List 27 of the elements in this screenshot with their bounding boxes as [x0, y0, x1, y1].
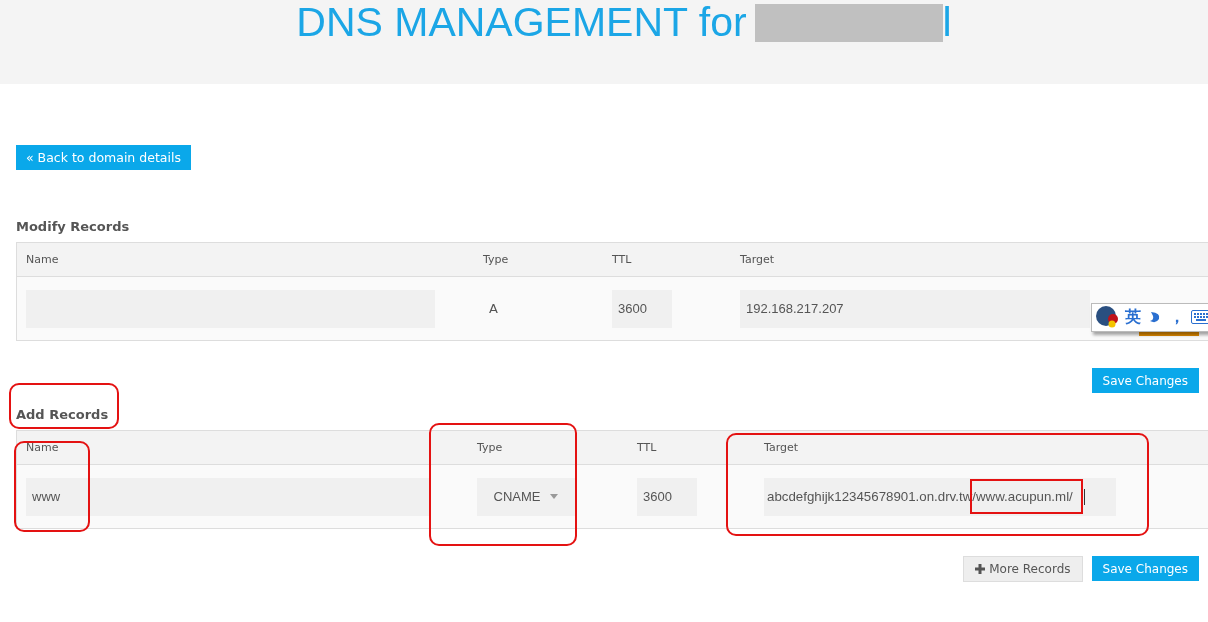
section-heading: Add Records: [16, 406, 109, 424]
column-header: Target: [739, 253, 776, 266]
column-header: TTL: [636, 441, 658, 454]
page-title: DNS MANAGEMENT for: [296, 0, 747, 46]
caret-icon: [550, 494, 559, 499]
ime-logo-icon[interactable]: [1095, 305, 1119, 329]
ttl-field[interactable]: 3600: [612, 289, 672, 328]
annotation-frame: /www.acupun.ml/: [970, 479, 1083, 514]
column-header: Name: [25, 253, 60, 266]
column-header: TTL: [611, 253, 633, 266]
punctuation-toggle[interactable]: ，: [1169, 306, 1185, 328]
column-header: Type: [482, 253, 510, 266]
title-suffix: l: [942, 0, 952, 46]
ttl-field[interactable]: 3600: [637, 477, 697, 516]
type-dropdown[interactable]: CNAME: [477, 477, 575, 516]
target-field[interactable]: 192.168.217.207: [740, 289, 1090, 328]
plus-icon: [975, 564, 986, 574]
keyboard-icon[interactable]: [1191, 310, 1208, 324]
column-header: Target: [763, 441, 800, 454]
more-records-button[interactable]: More Records: [963, 556, 1083, 582]
name-field[interactable]: www: [26, 477, 430, 516]
section-heading: Modify Records: [16, 218, 131, 236]
type-text: A: [488, 301, 498, 316]
language-toggle[interactable]: 英: [1125, 306, 1141, 328]
column-header: Name: [25, 441, 60, 454]
column-header: Type: [476, 441, 504, 454]
partial-button[interactable]: [1139, 331, 1199, 336]
